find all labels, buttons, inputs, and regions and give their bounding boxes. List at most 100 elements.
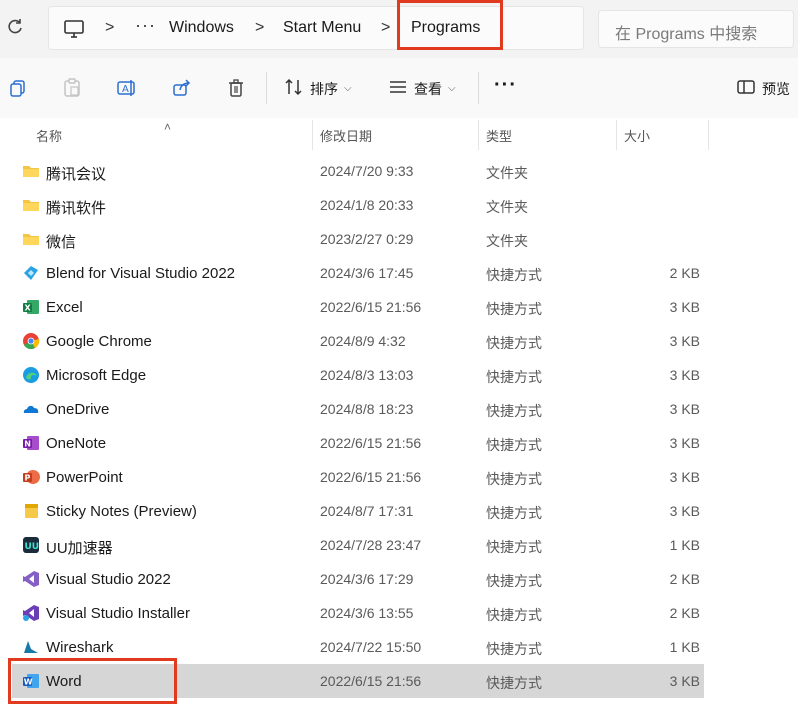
delete-icon[interactable] [226,78,246,98]
wireshark-icon [22,638,40,656]
file-row[interactable]: 腾讯软件 2024/1/8 20:33 文件夹 [12,188,704,222]
file-size: 3 KB [669,469,700,485]
file-type: 快捷方式 [486,301,542,317]
sort-label: 排序 [310,80,338,97]
file-modified: 2024/8/7 17:31 [320,503,414,519]
preview-pane-button[interactable]: 预览 [736,78,790,99]
file-name: Sticky Notes (Preview) [46,503,197,520]
file-size: 3 KB [669,333,700,349]
file-row[interactable]: Blend for Visual Studio 2022 2024/3/6 17:… [12,256,704,290]
paste-icon [62,78,82,98]
sticky-notes-icon [22,502,40,520]
copy-icon[interactable] [8,78,28,98]
view-button[interactable]: 查看 ⌵ [388,78,456,99]
breadcrumb-start-menu[interactable]: Start Menu [283,19,361,37]
file-type: 快捷方式 [486,267,542,283]
file-modified: 2022/6/15 21:56 [320,673,422,689]
file-name: Blend for Visual Studio 2022 [46,265,236,282]
svg-text:UU: UU [25,542,40,552]
view-icon [388,78,408,99]
blend-icon [22,264,40,282]
breadcrumb[interactable]: > ··· Windows > Start Menu > Programs [48,6,584,50]
breadcrumb-overflow[interactable]: ··· [135,15,156,36]
file-type: 快捷方式 [486,607,542,623]
file-name: Microsoft Edge [46,367,147,384]
file-modified: 2022/6/15 21:56 [320,469,422,485]
vs-installer-icon [22,604,40,622]
column-divider[interactable] [312,120,313,150]
column-header-name[interactable]: 名称 [36,126,62,145]
file-modified: 2022/6/15 21:56 [320,299,422,315]
file-row[interactable]: P PowerPoint 2022/6/15 21:56 快捷方式 3 KB [12,460,704,494]
visual-studio-icon [22,570,40,588]
breadcrumb-separator[interactable]: > [105,19,114,37]
sort-button[interactable]: 排序 ⌵ [284,78,352,99]
edge-icon [22,366,40,384]
file-size: 3 KB [669,367,700,383]
breadcrumb-separator[interactable]: > [255,19,264,37]
search-input[interactable]: 在 Programs 中搜索 [598,10,794,48]
file-size: 2 KB [669,265,700,281]
column-header-size[interactable]: 大小 [624,126,650,145]
file-row[interactable]: Microsoft Edge 2024/8/3 13:03 快捷方式 3 KB [12,358,704,392]
file-type: 快捷方式 [486,369,542,385]
file-row[interactable]: 微信 2023/2/27 0:29 文件夹 [12,222,704,256]
share-icon[interactable] [172,78,192,98]
file-name: OneNote [46,435,107,452]
file-modified: 2024/1/8 20:33 [320,197,414,213]
this-pc-icon[interactable] [63,19,85,44]
column-header-modified[interactable]: 修改日期 [320,126,372,145]
file-type: 快捷方式 [486,335,542,351]
svg-text:P: P [25,474,31,483]
rename-icon[interactable]: A [116,78,136,98]
file-row[interactable]: Sticky Notes (Preview) 2024/8/7 17:31 快捷方式… [12,494,704,528]
column-divider[interactable] [616,120,617,150]
file-row[interactable]: OneDrive 2024/8/8 18:23 快捷方式 3 KB [12,392,704,426]
file-type: 快捷方式 [486,539,542,555]
column-divider[interactable] [708,120,709,150]
file-name: 腾讯软件 [46,200,107,217]
uu-icon: UU [22,536,40,554]
file-type: 文件夹 [486,199,528,215]
file-size: 2 KB [669,571,700,587]
column-header-type[interactable]: 类型 [486,126,512,145]
breadcrumb-windows[interactable]: Windows [169,19,234,37]
file-modified: 2022/6/15 21:56 [320,435,422,451]
file-row[interactable]: Visual Studio Installer 2024/3/6 13:55 快捷方… [12,596,704,630]
onedrive-icon [22,400,40,418]
file-name: OneDrive [46,401,110,418]
highlight-box-programs [397,0,503,50]
file-row[interactable]: X Excel 2022/6/15 21:56 快捷方式 3 KB [12,290,704,324]
file-row[interactable]: UU UU加速器 2024/7/28 23:47 快捷方式 1 KB [12,528,704,562]
file-modified: 2024/3/6 17:45 [320,265,414,281]
file-type: 快捷方式 [486,505,542,521]
file-size: 1 KB [669,537,700,553]
column-divider[interactable] [478,120,479,150]
sort-icon [284,78,304,99]
file-modified: 2024/8/3 13:03 [320,367,414,383]
folder-icon [22,162,40,180]
file-type: 快捷方式 [486,675,542,691]
breadcrumb-separator[interactable]: > [381,19,390,37]
file-type: 快捷方式 [486,437,542,453]
file-name: Excel [46,299,83,316]
chevron-down-icon: ⌵ [448,83,456,94]
file-row[interactable]: 腾讯会议 2024/7/20 9:33 文件夹 [12,154,704,188]
more-options-button[interactable]: ··· [494,74,517,97]
chrome-icon [22,332,40,350]
file-row[interactable]: Visual Studio 2022 2024/3/6 17:29 快捷方式 2 KB [12,562,704,596]
folder-icon [22,230,40,248]
file-name: Google Chrome [46,333,152,350]
excel-icon: X [22,298,40,316]
file-type: 文件夹 [486,233,528,249]
svg-text:N: N [24,440,31,449]
file-modified: 2024/3/6 13:55 [320,605,414,621]
file-row[interactable]: Google Chrome 2024/8/9 4:32 快捷方式 3 KB [12,324,704,358]
file-name: Visual Studio 2022 [46,571,171,588]
file-modified: 2024/8/8 18:23 [320,401,414,417]
file-size: 3 KB [669,673,700,689]
file-type: 快捷方式 [486,573,542,589]
file-size: 1 KB [669,639,700,655]
refresh-icon[interactable] [6,18,24,36]
file-row[interactable]: N OneNote 2022/6/15 21:56 快捷方式 3 KB [12,426,704,460]
